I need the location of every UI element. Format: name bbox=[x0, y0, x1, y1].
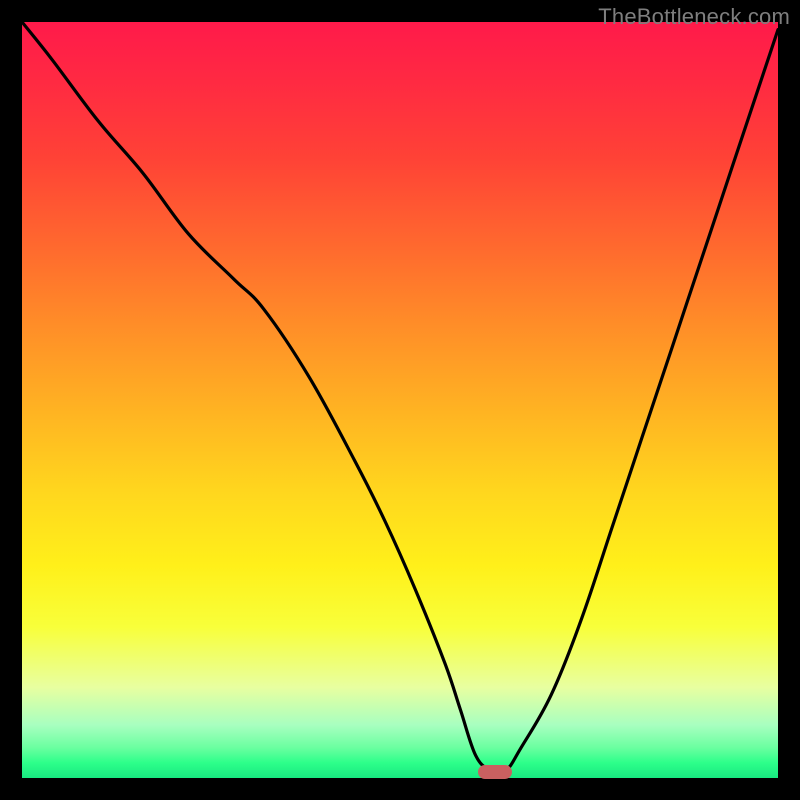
bottleneck-curve bbox=[22, 22, 778, 778]
chart-frame: TheBottleneck.com bbox=[0, 0, 800, 800]
optimum-marker bbox=[478, 765, 512, 779]
watermark-text: TheBottleneck.com bbox=[598, 4, 790, 30]
curve-path bbox=[22, 22, 778, 773]
plot-area bbox=[22, 22, 778, 778]
